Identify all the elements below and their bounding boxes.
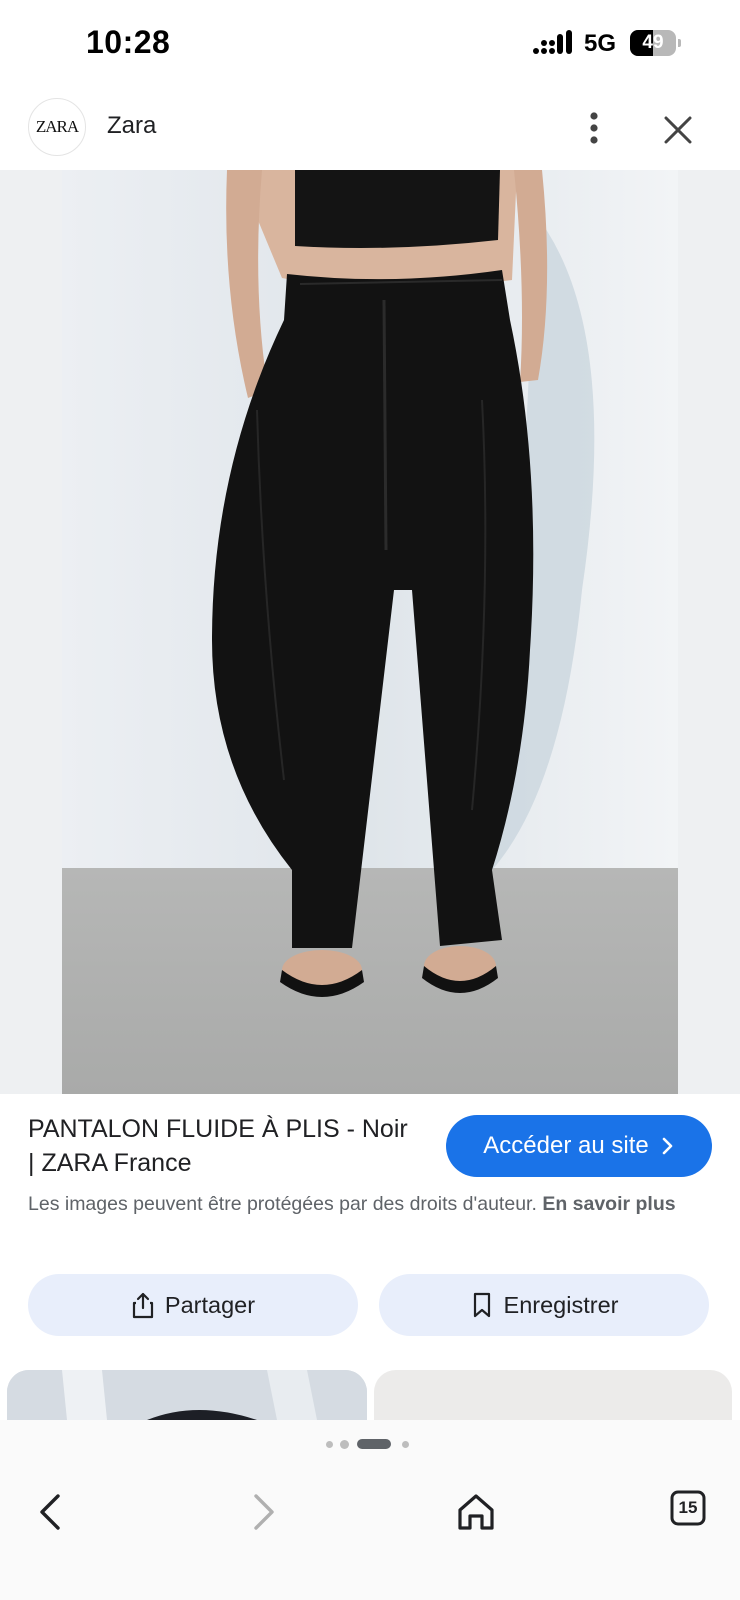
network-label: 5G bbox=[584, 30, 617, 57]
forward-icon[interactable] bbox=[240, 1490, 284, 1534]
save-button[interactable]: Enregistrer bbox=[379, 1274, 709, 1336]
logo-text: ZARA bbox=[35, 117, 79, 136]
result-title[interactable]: PANTALON FLUIDE À PLIS - Noir | ZARA Fra… bbox=[28, 1112, 408, 1180]
page-dot bbox=[402, 1441, 409, 1448]
tabs-count: 15 bbox=[678, 1498, 698, 1517]
learn-more-link[interactable]: En savoir plus bbox=[542, 1193, 675, 1215]
page-dot bbox=[326, 1441, 333, 1448]
share-button[interactable]: Partager bbox=[28, 1274, 358, 1336]
copyright-text: Les images peuvent être protégées par de… bbox=[28, 1193, 537, 1215]
status-time: 10:28 bbox=[86, 24, 171, 60]
more-vertical-icon[interactable] bbox=[574, 106, 614, 150]
battery-text: 49 bbox=[642, 32, 664, 53]
thumbnail-photo bbox=[7, 1370, 367, 1420]
back-icon[interactable] bbox=[30, 1490, 74, 1534]
tabs-button[interactable]: 15 bbox=[670, 1490, 714, 1534]
source-header: ZARA Zara bbox=[0, 88, 740, 170]
save-label: Enregistrer bbox=[503, 1291, 619, 1318]
source-name[interactable]: Zara bbox=[107, 112, 156, 140]
visit-site-label: Accéder au site bbox=[483, 1132, 649, 1159]
share-icon bbox=[132, 1292, 154, 1319]
page-dot-active bbox=[357, 1439, 391, 1449]
page-indicator bbox=[0, 1438, 740, 1450]
home-icon[interactable] bbox=[454, 1490, 498, 1534]
lens-result-page: 10:28 5G 49 ZARA Zara PANTALON FLUIDE À … bbox=[0, 0, 740, 1600]
product-image[interactable] bbox=[0, 170, 740, 1094]
visit-site-button[interactable]: Accéder au site bbox=[446, 1115, 712, 1177]
bookmark-icon bbox=[473, 1292, 490, 1318]
share-label: Partager bbox=[164, 1291, 256, 1318]
chevron-right-icon bbox=[662, 1137, 673, 1155]
related-image-thumbnail[interactable] bbox=[374, 1370, 732, 1420]
signal-icon bbox=[533, 30, 572, 54]
battery-icon: 49 bbox=[630, 30, 681, 56]
source-logo[interactable]: ZARA bbox=[28, 98, 86, 156]
close-icon[interactable] bbox=[656, 108, 700, 152]
related-image-thumbnail[interactable] bbox=[7, 1370, 367, 1420]
bottom-navigation: 15 bbox=[0, 1420, 740, 1600]
copyright-notice: Les images peuvent être protégées par de… bbox=[28, 1190, 718, 1218]
status-bar: 10:28 5G 49 bbox=[0, 0, 740, 88]
page-dot bbox=[340, 1440, 349, 1449]
product-photo bbox=[62, 170, 678, 1094]
